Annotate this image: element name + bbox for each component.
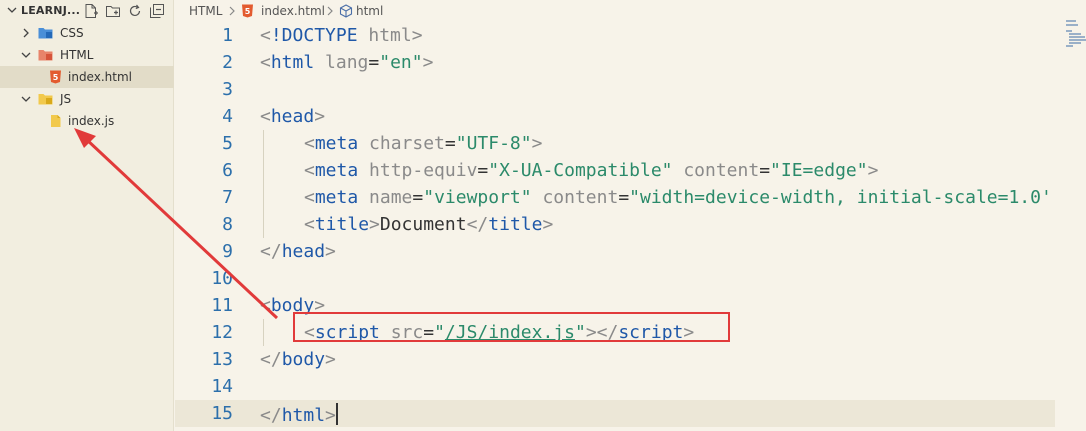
line-number: 10	[211, 268, 233, 289]
explorer-title: LEARNJ...	[21, 4, 81, 17]
minimap-line	[1069, 33, 1081, 35]
tree-label: index.js	[68, 114, 115, 128]
line-number: 6	[222, 160, 233, 181]
line-number: 3	[222, 79, 233, 100]
minimap-line	[1066, 20, 1076, 22]
tree-label: JS	[60, 92, 72, 106]
code-line[interactable]: 1 <!DOCTYPE html>	[175, 22, 1055, 49]
code-line[interactable]: 2 <html lang="en">	[175, 49, 1055, 76]
line-content: <head>	[260, 106, 326, 127]
explorer-sidebar: LEARNJ... CSS HTML 5 index.html JS index…	[0, 0, 174, 431]
line-number: 5	[222, 133, 233, 154]
new-file-icon[interactable]	[83, 3, 99, 19]
minimap[interactable]	[1060, 18, 1086, 58]
annotation-highlight-box	[293, 312, 730, 342]
element-cube-icon	[339, 4, 353, 18]
line-content: <title>Document</title>	[304, 214, 554, 235]
line-content: </body>	[260, 349, 336, 370]
vscode-window: LEARNJ... CSS HTML 5 index.html JS index…	[0, 0, 1086, 431]
minimap-line	[1066, 45, 1073, 47]
minimap-line	[1069, 36, 1085, 38]
chevron-right-icon	[23, 28, 29, 38]
code-line[interactable]: 8 <title>Document</title>	[175, 211, 1055, 238]
line-number: 12	[211, 322, 233, 343]
line-content: <meta charset="UTF-8">	[304, 133, 543, 154]
svg-text:5: 5	[53, 73, 59, 82]
chevron-right-icon	[327, 6, 333, 16]
code-line[interactable]: 7 <meta name="viewport" content="width=d…	[175, 184, 1055, 211]
line-number: 4	[222, 106, 233, 127]
html5-file-icon: 5	[50, 70, 61, 84]
line-number: 14	[211, 376, 233, 397]
chevron-right-icon	[229, 6, 235, 16]
chevron-down-icon	[21, 96, 31, 102]
refresh-icon[interactable]	[127, 3, 143, 19]
tree-folder-html[interactable]: HTML	[0, 44, 174, 66]
tree-folder-js[interactable]: JS	[0, 88, 174, 110]
code-line[interactable]: 3	[175, 76, 1055, 103]
collapse-all-icon[interactable]	[149, 3, 165, 19]
breadcrumb-item[interactable]: index.html	[261, 4, 325, 18]
code-line[interactable]: 10	[175, 265, 1055, 292]
breadcrumb: HTML 5 index.html html	[175, 0, 1055, 22]
line-number: 7	[222, 187, 233, 208]
code-line[interactable]: 6 <meta http-equiv="X-UA-Compatible" con…	[175, 157, 1055, 184]
text-cursor	[335, 403, 338, 425]
chevron-down-icon	[21, 52, 31, 58]
breadcrumb-item[interactable]: html	[356, 4, 383, 18]
minimap-line	[1066, 30, 1072, 32]
js-file-icon	[51, 115, 61, 127]
line-number: 1	[222, 25, 233, 46]
html-folder-icon	[38, 50, 53, 61]
line-number: 11	[211, 295, 233, 316]
tree-file-index-js[interactable]: index.js	[0, 110, 174, 132]
css-folder-icon	[38, 28, 53, 39]
line-content: <meta http-equiv="X-UA-Compatible" conte…	[304, 160, 879, 181]
line-content: <html lang="en">	[260, 52, 434, 73]
tree-label: index.html	[68, 70, 132, 84]
tree-folder-css[interactable]: CSS	[0, 22, 174, 44]
line-content: <!DOCTYPE html>	[260, 25, 423, 46]
line-content: </html>	[260, 403, 338, 426]
tree-file-index-html[interactable]: 5 index.html	[0, 66, 174, 88]
minimap-line	[1069, 42, 1081, 44]
line-content: <meta name="viewport" content="width=dev…	[304, 187, 1052, 208]
tree-label: HTML	[60, 48, 94, 62]
code-line[interactable]: 9 </head>	[175, 238, 1055, 265]
line-number: 13	[211, 349, 233, 370]
line-content: </head>	[260, 241, 336, 262]
code-line[interactable]: 13 </body>	[175, 346, 1055, 373]
code-editor[interactable]: 1 <!DOCTYPE html> 2 <html lang="en"> 3 4…	[175, 22, 1055, 431]
new-folder-icon[interactable]	[105, 3, 121, 19]
html5-file-icon: 5	[242, 4, 253, 18]
code-line[interactable]: 14	[175, 373, 1055, 400]
line-number: 2	[222, 52, 233, 73]
tree-label: CSS	[60, 26, 84, 40]
minimap-line	[1066, 24, 1078, 26]
js-folder-icon	[38, 94, 53, 105]
line-number: 15	[211, 403, 233, 424]
code-line[interactable]: 4 <head>	[175, 103, 1055, 130]
code-line-current[interactable]: 15 </html>	[175, 400, 1055, 427]
svg-text:5: 5	[245, 7, 251, 16]
breadcrumb-item[interactable]: HTML	[189, 4, 222, 18]
code-line[interactable]: 5 <meta charset="UTF-8">	[175, 130, 1055, 157]
line-number: 8	[222, 214, 233, 235]
line-number: 9	[222, 241, 233, 262]
explorer-header: LEARNJ...	[0, 0, 174, 22]
minimap-line	[1069, 39, 1086, 41]
chevron-down-icon[interactable]	[6, 4, 18, 16]
